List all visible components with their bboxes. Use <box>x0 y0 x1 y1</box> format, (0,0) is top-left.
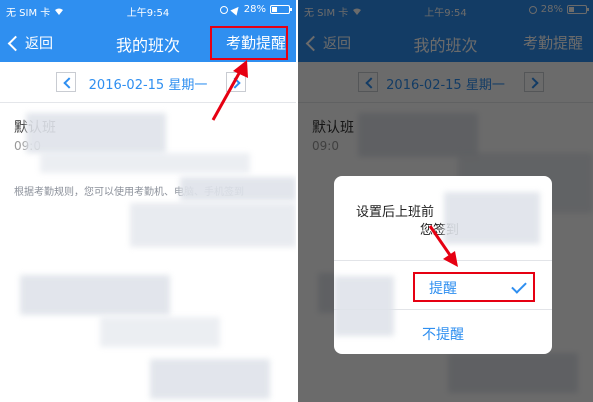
chevron-right-icon <box>229 77 241 89</box>
blurred-region <box>20 275 170 315</box>
battery-icon <box>270 5 292 14</box>
dialog-divider <box>334 260 552 261</box>
status-bar: 无 SIM 卡 上午9:54 28% <box>0 0 296 22</box>
highlight-box <box>210 26 288 60</box>
rotation-lock-icon <box>219 5 228 14</box>
right-screen: 无 SIM 卡 上午9:54 28% 返回 我的班次 考勤提醒 2016-02-… <box>298 0 593 402</box>
status-right: 28% <box>219 3 292 16</box>
battery-percent: 28% <box>243 4 266 15</box>
left-screen: 无 SIM 卡 上午9:54 28% 返回 我的班次 考勤提醒 2016-02-… <box>0 0 296 402</box>
blurred-region <box>40 153 250 173</box>
date-bar: 2016-02-15 星期一 <box>0 62 296 103</box>
blurred-region <box>100 317 220 347</box>
blurred-region <box>334 276 394 336</box>
location-icon <box>230 3 242 16</box>
highlight-box <box>413 272 535 302</box>
content-area: 默认班 09:0 根据考勤规则，您可以使用考勤机、电脑、手机签到 <box>0 103 296 402</box>
blurred-region <box>444 192 540 244</box>
blurred-region <box>150 359 270 399</box>
next-day-button[interactable] <box>226 72 246 92</box>
reminder-dialog: 设置后上班前 您签到 提醒 不提醒 <box>334 176 552 354</box>
blurred-region <box>180 177 296 201</box>
blurred-region <box>26 113 166 153</box>
blurred-region <box>130 203 296 247</box>
date-text: 2016-02-15 星期一 <box>88 78 208 93</box>
